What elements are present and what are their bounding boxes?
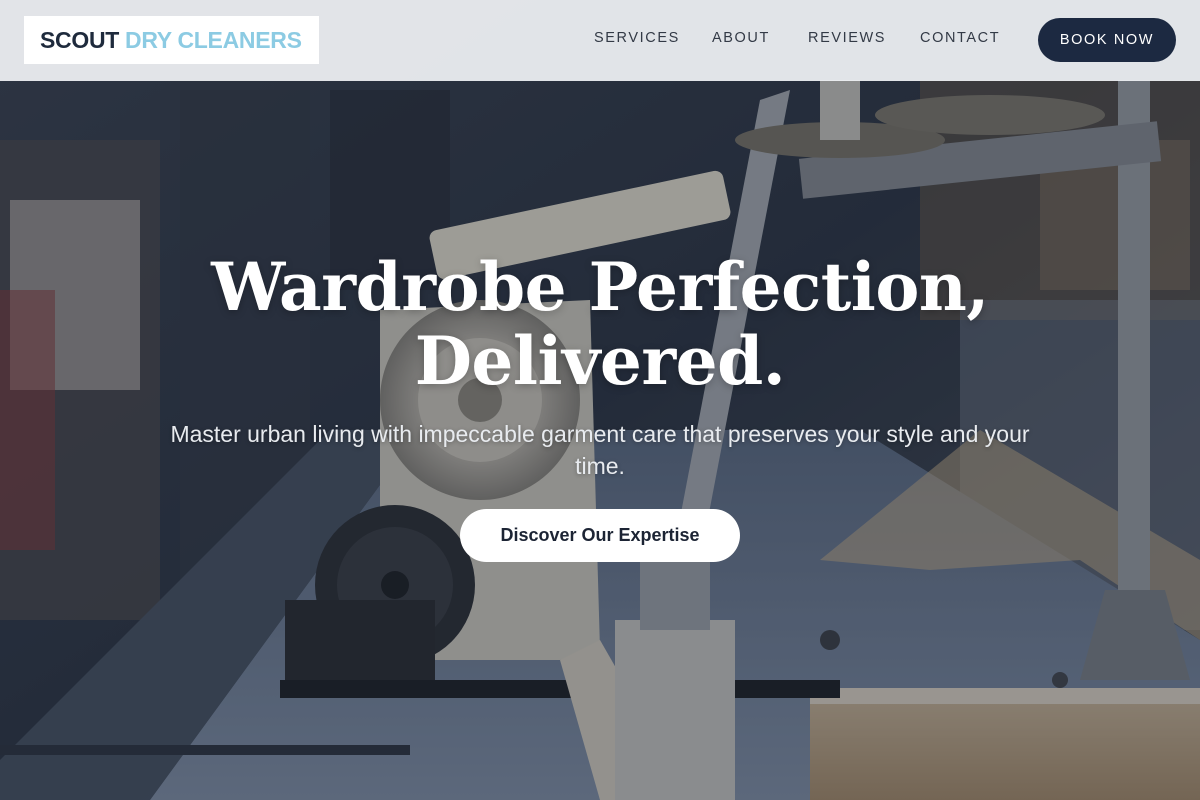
nav-link-about[interactable]: ABOUT — [712, 30, 770, 46]
nav-link-services[interactable]: SERVICES — [594, 30, 680, 46]
landing-page: SCOUT DRY CLEANERS SERVICES ABOUT REVIEW… — [0, 0, 1200, 800]
hero-title: Wardrobe Perfection, Delivered. — [100, 250, 1100, 398]
hero-subtitle: Master urban living with impeccable garm… — [170, 421, 1030, 479]
brand-name-secondary: DRY CLEANERS — [125, 26, 302, 53]
book-now-button[interactable]: BOOK NOW — [1038, 18, 1176, 62]
hero-section: Wardrobe Perfection, Delivered. Master u… — [0, 0, 1200, 800]
discover-expertise-button[interactable]: Discover Our Expertise — [460, 509, 740, 562]
brand-logo[interactable]: SCOUT DRY CLEANERS — [24, 16, 319, 64]
nav-link-reviews[interactable]: REVIEWS — [808, 30, 886, 46]
site-header: SCOUT DRY CLEANERS SERVICES ABOUT REVIEW… — [0, 0, 1200, 81]
hero-title-line-1: Wardrobe Perfection, — [211, 248, 989, 326]
brand-name-primary: SCOUT — [40, 26, 120, 53]
nav-link-contact[interactable]: CONTACT — [920, 30, 1000, 46]
hero-title-line-2: Delivered. — [414, 322, 786, 400]
